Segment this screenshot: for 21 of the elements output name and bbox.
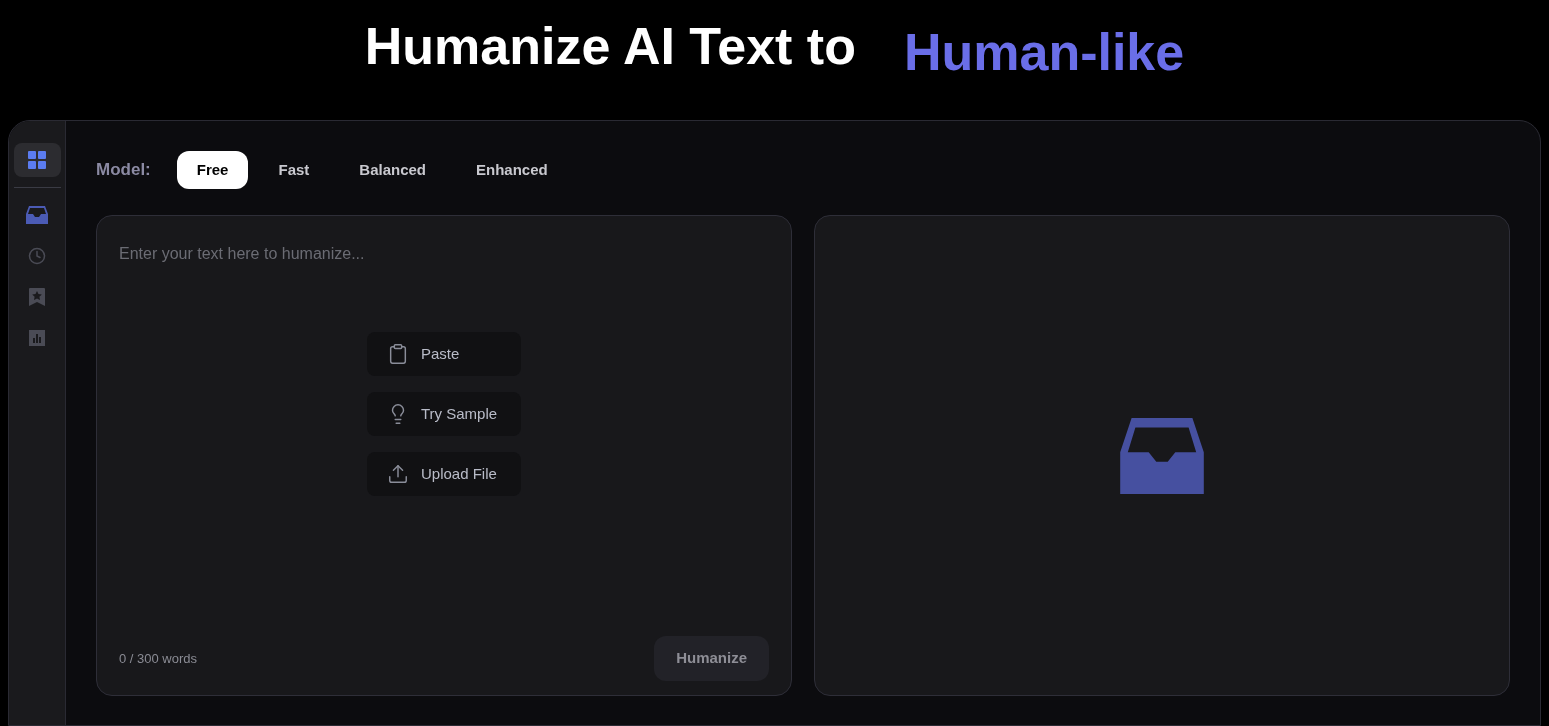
word-count: 0 / 300 words [119,649,198,668]
model-tab[interactable]: Enhanced [456,151,568,189]
clock-icon [28,247,46,265]
action-button[interactable]: Paste [367,332,521,376]
text-input[interactable]: Enter your text here to humanize... [119,242,769,266]
model-tab[interactable]: Free [176,151,249,189]
upload-icon [387,463,409,485]
action-button[interactable]: Try Sample [367,392,521,436]
bookmark-star-icon [29,288,45,306]
grid-icon [28,151,46,169]
headline-highlight: Human-like [903,22,1185,83]
sidebar-item[interactable] [13,143,61,177]
inbox-icon [26,206,48,224]
action-button[interactable]: Upload File [367,452,521,496]
model-label: Model: [96,159,151,182]
model-tab[interactable]: Balanced [339,151,446,189]
model-tab[interactable]: Fast [258,151,330,189]
inbox-icon [1120,417,1204,494]
headline: Humanize AI Text to [364,16,856,77]
bar-chart-icon [29,330,45,346]
clipboard-icon [387,343,409,365]
